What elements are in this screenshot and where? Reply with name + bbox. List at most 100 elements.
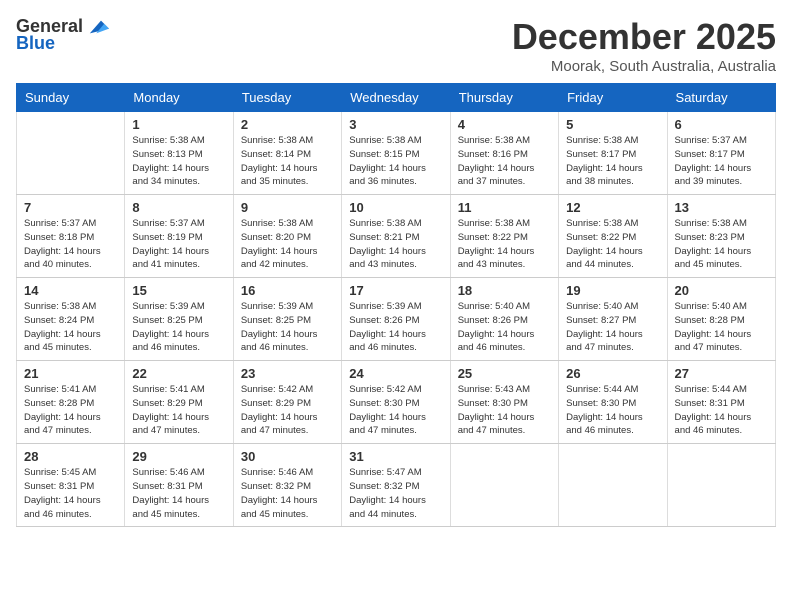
calendar-week-row: 1 Sunrise: 5:38 AM Sunset: 8:13 PM Dayli… [17,112,776,195]
day-number: 18 [458,283,551,298]
calendar-cell: 30 Sunrise: 5:46 AM Sunset: 8:32 PM Dayl… [233,444,341,527]
sunrise: Sunrise: 5:38 AM [24,301,96,312]
calendar-cell: 20 Sunrise: 5:40 AM Sunset: 8:28 PM Dayl… [667,278,775,361]
daylight: Daylight: 14 hours and 38 minutes. [566,163,643,188]
calendar-cell: 25 Sunrise: 5:43 AM Sunset: 8:30 PM Dayl… [450,361,558,444]
calendar-cell: 13 Sunrise: 5:38 AM Sunset: 8:23 PM Dayl… [667,195,775,278]
day-number: 11 [458,200,551,215]
sunset: Sunset: 8:29 PM [241,398,311,409]
sunrise: Sunrise: 5:38 AM [241,218,313,229]
calendar-cell: 15 Sunrise: 5:39 AM Sunset: 8:25 PM Dayl… [125,278,233,361]
daylight: Daylight: 14 hours and 47 minutes. [458,412,535,437]
sunset: Sunset: 8:27 PM [566,315,636,326]
calendar-week-row: 28 Sunrise: 5:45 AM Sunset: 8:31 PM Dayl… [17,444,776,527]
day-info: Sunrise: 5:39 AM Sunset: 8:25 PM Dayligh… [241,300,334,355]
sunrise: Sunrise: 5:38 AM [349,218,421,229]
sunset: Sunset: 8:17 PM [566,149,636,160]
day-number: 7 [24,200,117,215]
daylight: Daylight: 14 hours and 44 minutes. [566,246,643,271]
calendar-cell: 31 Sunrise: 5:47 AM Sunset: 8:32 PM Dayl… [342,444,450,527]
sunrise: Sunrise: 5:46 AM [241,467,313,478]
calendar-week-row: 7 Sunrise: 5:37 AM Sunset: 8:18 PM Dayli… [17,195,776,278]
calendar-cell: 9 Sunrise: 5:38 AM Sunset: 8:20 PM Dayli… [233,195,341,278]
day-number: 3 [349,117,442,132]
sunrise: Sunrise: 5:40 AM [566,301,638,312]
logo: General Blue [16,16,109,54]
day-info: Sunrise: 5:39 AM Sunset: 8:25 PM Dayligh… [132,300,225,355]
sunrise: Sunrise: 5:38 AM [675,218,747,229]
day-number: 14 [24,283,117,298]
day-info: Sunrise: 5:38 AM Sunset: 8:13 PM Dayligh… [132,134,225,189]
daylight: Daylight: 14 hours and 36 minutes. [349,163,426,188]
sunrise: Sunrise: 5:44 AM [566,384,638,395]
day-number: 29 [132,449,225,464]
day-info: Sunrise: 5:38 AM Sunset: 8:23 PM Dayligh… [675,217,768,272]
calendar-cell: 6 Sunrise: 5:37 AM Sunset: 8:17 PM Dayli… [667,112,775,195]
sunset: Sunset: 8:28 PM [675,315,745,326]
daylight: Daylight: 14 hours and 44 minutes. [349,495,426,520]
sunrise: Sunrise: 5:37 AM [675,135,747,146]
day-number: 8 [132,200,225,215]
day-of-week-header: Saturday [667,84,775,112]
sunset: Sunset: 8:15 PM [349,149,419,160]
daylight: Daylight: 14 hours and 46 minutes. [349,329,426,354]
calendar-week-row: 21 Sunrise: 5:41 AM Sunset: 8:28 PM Dayl… [17,361,776,444]
day-info: Sunrise: 5:44 AM Sunset: 8:31 PM Dayligh… [675,383,768,438]
sunrise: Sunrise: 5:38 AM [241,135,313,146]
daylight: Daylight: 14 hours and 45 minutes. [24,329,101,354]
calendar-cell: 16 Sunrise: 5:39 AM Sunset: 8:25 PM Dayl… [233,278,341,361]
sunset: Sunset: 8:26 PM [458,315,528,326]
sunrise: Sunrise: 5:37 AM [132,218,204,229]
calendar-cell: 17 Sunrise: 5:39 AM Sunset: 8:26 PM Dayl… [342,278,450,361]
calendar-cell: 2 Sunrise: 5:38 AM Sunset: 8:14 PM Dayli… [233,112,341,195]
daylight: Daylight: 14 hours and 45 minutes. [241,495,318,520]
day-info: Sunrise: 5:38 AM Sunset: 8:24 PM Dayligh… [24,300,117,355]
calendar-cell: 10 Sunrise: 5:38 AM Sunset: 8:21 PM Dayl… [342,195,450,278]
calendar-cell: 27 Sunrise: 5:44 AM Sunset: 8:31 PM Dayl… [667,361,775,444]
daylight: Daylight: 14 hours and 45 minutes. [132,495,209,520]
sunrise: Sunrise: 5:43 AM [458,384,530,395]
calendar-cell: 12 Sunrise: 5:38 AM Sunset: 8:22 PM Dayl… [559,195,667,278]
day-info: Sunrise: 5:38 AM Sunset: 8:22 PM Dayligh… [458,217,551,272]
calendar-cell [17,112,125,195]
sunset: Sunset: 8:25 PM [132,315,202,326]
daylight: Daylight: 14 hours and 42 minutes. [241,246,318,271]
page-header: General Blue December 2025 Moorak, South… [16,16,776,75]
daylight: Daylight: 14 hours and 46 minutes. [675,412,752,437]
day-number: 16 [241,283,334,298]
day-number: 6 [675,117,768,132]
title-section: December 2025 Moorak, South Australia, A… [512,16,776,75]
sunset: Sunset: 8:30 PM [458,398,528,409]
day-of-week-header: Sunday [17,84,125,112]
daylight: Daylight: 14 hours and 46 minutes. [24,495,101,520]
sunrise: Sunrise: 5:46 AM [132,467,204,478]
daylight: Daylight: 14 hours and 39 minutes. [675,163,752,188]
daylight: Daylight: 14 hours and 47 minutes. [566,329,643,354]
sunrise: Sunrise: 5:38 AM [458,218,530,229]
calendar-cell: 4 Sunrise: 5:38 AM Sunset: 8:16 PM Dayli… [450,112,558,195]
sunset: Sunset: 8:19 PM [132,232,202,243]
day-number: 2 [241,117,334,132]
day-info: Sunrise: 5:37 AM Sunset: 8:19 PM Dayligh… [132,217,225,272]
day-info: Sunrise: 5:38 AM Sunset: 8:17 PM Dayligh… [566,134,659,189]
daylight: Daylight: 14 hours and 46 minutes. [132,329,209,354]
sunrise: Sunrise: 5:39 AM [241,301,313,312]
day-info: Sunrise: 5:44 AM Sunset: 8:30 PM Dayligh… [566,383,659,438]
daylight: Daylight: 14 hours and 47 minutes. [132,412,209,437]
daylight: Daylight: 14 hours and 40 minutes. [24,246,101,271]
day-info: Sunrise: 5:42 AM Sunset: 8:30 PM Dayligh… [349,383,442,438]
sunrise: Sunrise: 5:41 AM [24,384,96,395]
day-number: 31 [349,449,442,464]
calendar-cell [559,444,667,527]
sunset: Sunset: 8:31 PM [24,481,94,492]
day-info: Sunrise: 5:47 AM Sunset: 8:32 PM Dayligh… [349,466,442,521]
calendar-cell: 5 Sunrise: 5:38 AM Sunset: 8:17 PM Dayli… [559,112,667,195]
day-info: Sunrise: 5:40 AM Sunset: 8:28 PM Dayligh… [675,300,768,355]
calendar-cell: 28 Sunrise: 5:45 AM Sunset: 8:31 PM Dayl… [17,444,125,527]
day-number: 12 [566,200,659,215]
day-info: Sunrise: 5:38 AM Sunset: 8:21 PM Dayligh… [349,217,442,272]
sunset: Sunset: 8:17 PM [675,149,745,160]
daylight: Daylight: 14 hours and 43 minutes. [349,246,426,271]
day-of-week-header: Wednesday [342,84,450,112]
sunrise: Sunrise: 5:38 AM [349,135,421,146]
